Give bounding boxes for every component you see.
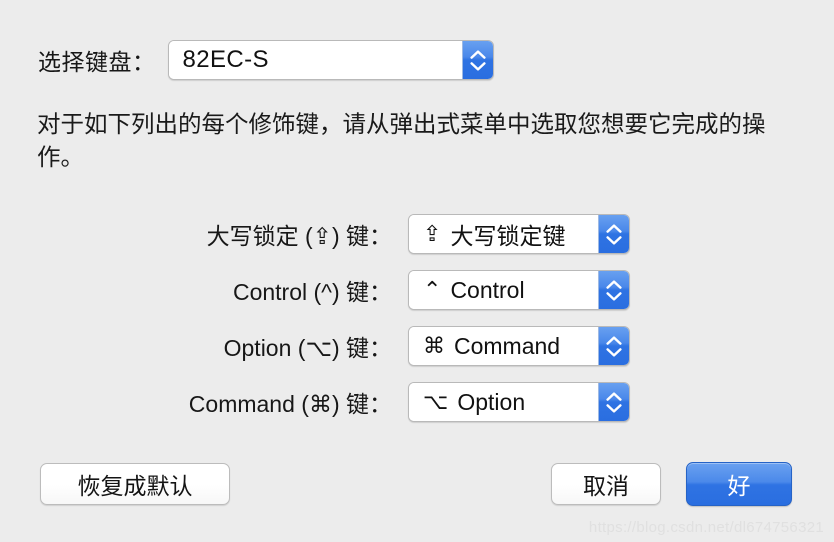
modifier-keys-dialog: 选择键盘： 82EC-S 对于如下列出的每个修饰键，请从弹出式菜单中选取您想要它… [0,0,834,542]
modifier-row-control: Control (^) 键： ⌃ Control [0,262,834,318]
modifier-select-value-option: ⌘ Command [409,327,598,365]
cancel-button[interactable]: 取消 [551,463,661,505]
restore-defaults-button[interactable]: 恢复成默认 [40,463,230,505]
stepper-up-down-icon[interactable] [598,383,629,421]
modifier-select-value-command: ⌥ Option [409,383,598,421]
modifier-row-command: Command (⌘) 键： ⌥ Option [0,374,834,430]
modifier-label-command: Command (⌘) 键： [188,391,392,417]
modifier-select-command[interactable]: ⌥ Option [408,382,630,422]
ok-button[interactable]: 好 [686,462,792,506]
keyboard-selector-label: 选择键盘： [38,49,156,75]
dialog-description: 对于如下列出的每个修饰键，请从弹出式菜单中选取您想要它完成的操作。 [37,111,766,170]
modifier-select-text-control: Control [450,276,525,303]
modifier-label-control: Control (^) 键： [232,279,392,305]
modifier-select-text-caps-lock: 大写锁定键 [450,223,566,249]
modifier-select-text-option: Command [454,332,561,359]
modifier-select-value-control: ⌃ Control [409,271,598,309]
modifier-row-caps-lock: 大写锁定 (⇪) 键： ⇪ 大写锁定键 [0,206,834,262]
command-glyph-icon: ⌘ [423,333,445,359]
stepper-up-down-icon[interactable] [598,271,629,309]
option-glyph-icon: ⌥ [423,389,449,415]
control-glyph-icon: ⌃ [423,277,442,303]
keyboard-select-value: 82EC-S [168,41,462,79]
keyboard-selector-row: 选择键盘： 82EC-S [38,40,494,80]
modifier-select-control[interactable]: ⌃ Control [408,270,630,310]
modifier-select-option[interactable]: ⌘ Command [408,326,630,366]
modifier-label-caps-lock: 大写锁定 (⇪) 键： [206,223,392,249]
stepper-up-down-icon[interactable] [598,327,629,365]
watermark: https://blog.csdn.net/dl674756321 [588,519,824,536]
modifier-label-option: Option (⌥) 键： [223,335,392,361]
modifier-rows: 大写锁定 (⇪) 键： ⇪ 大写锁定键 Control (^) 键： ⌃ Con… [0,206,834,430]
modifier-select-value-caps-lock: ⇪ 大写锁定键 [409,215,598,253]
stepper-up-down-icon[interactable] [598,215,629,253]
stepper-up-down-icon[interactable] [461,41,493,79]
keyboard-select[interactable]: 82EC-S [167,40,494,80]
modifier-select-caps-lock[interactable]: ⇪ 大写锁定键 [408,214,630,254]
modifier-select-text-command: Option [457,388,526,415]
caps-lock-glyph-icon: ⇪ [423,221,442,247]
modifier-row-option: Option (⌥) 键： ⌘ Command [0,318,834,374]
